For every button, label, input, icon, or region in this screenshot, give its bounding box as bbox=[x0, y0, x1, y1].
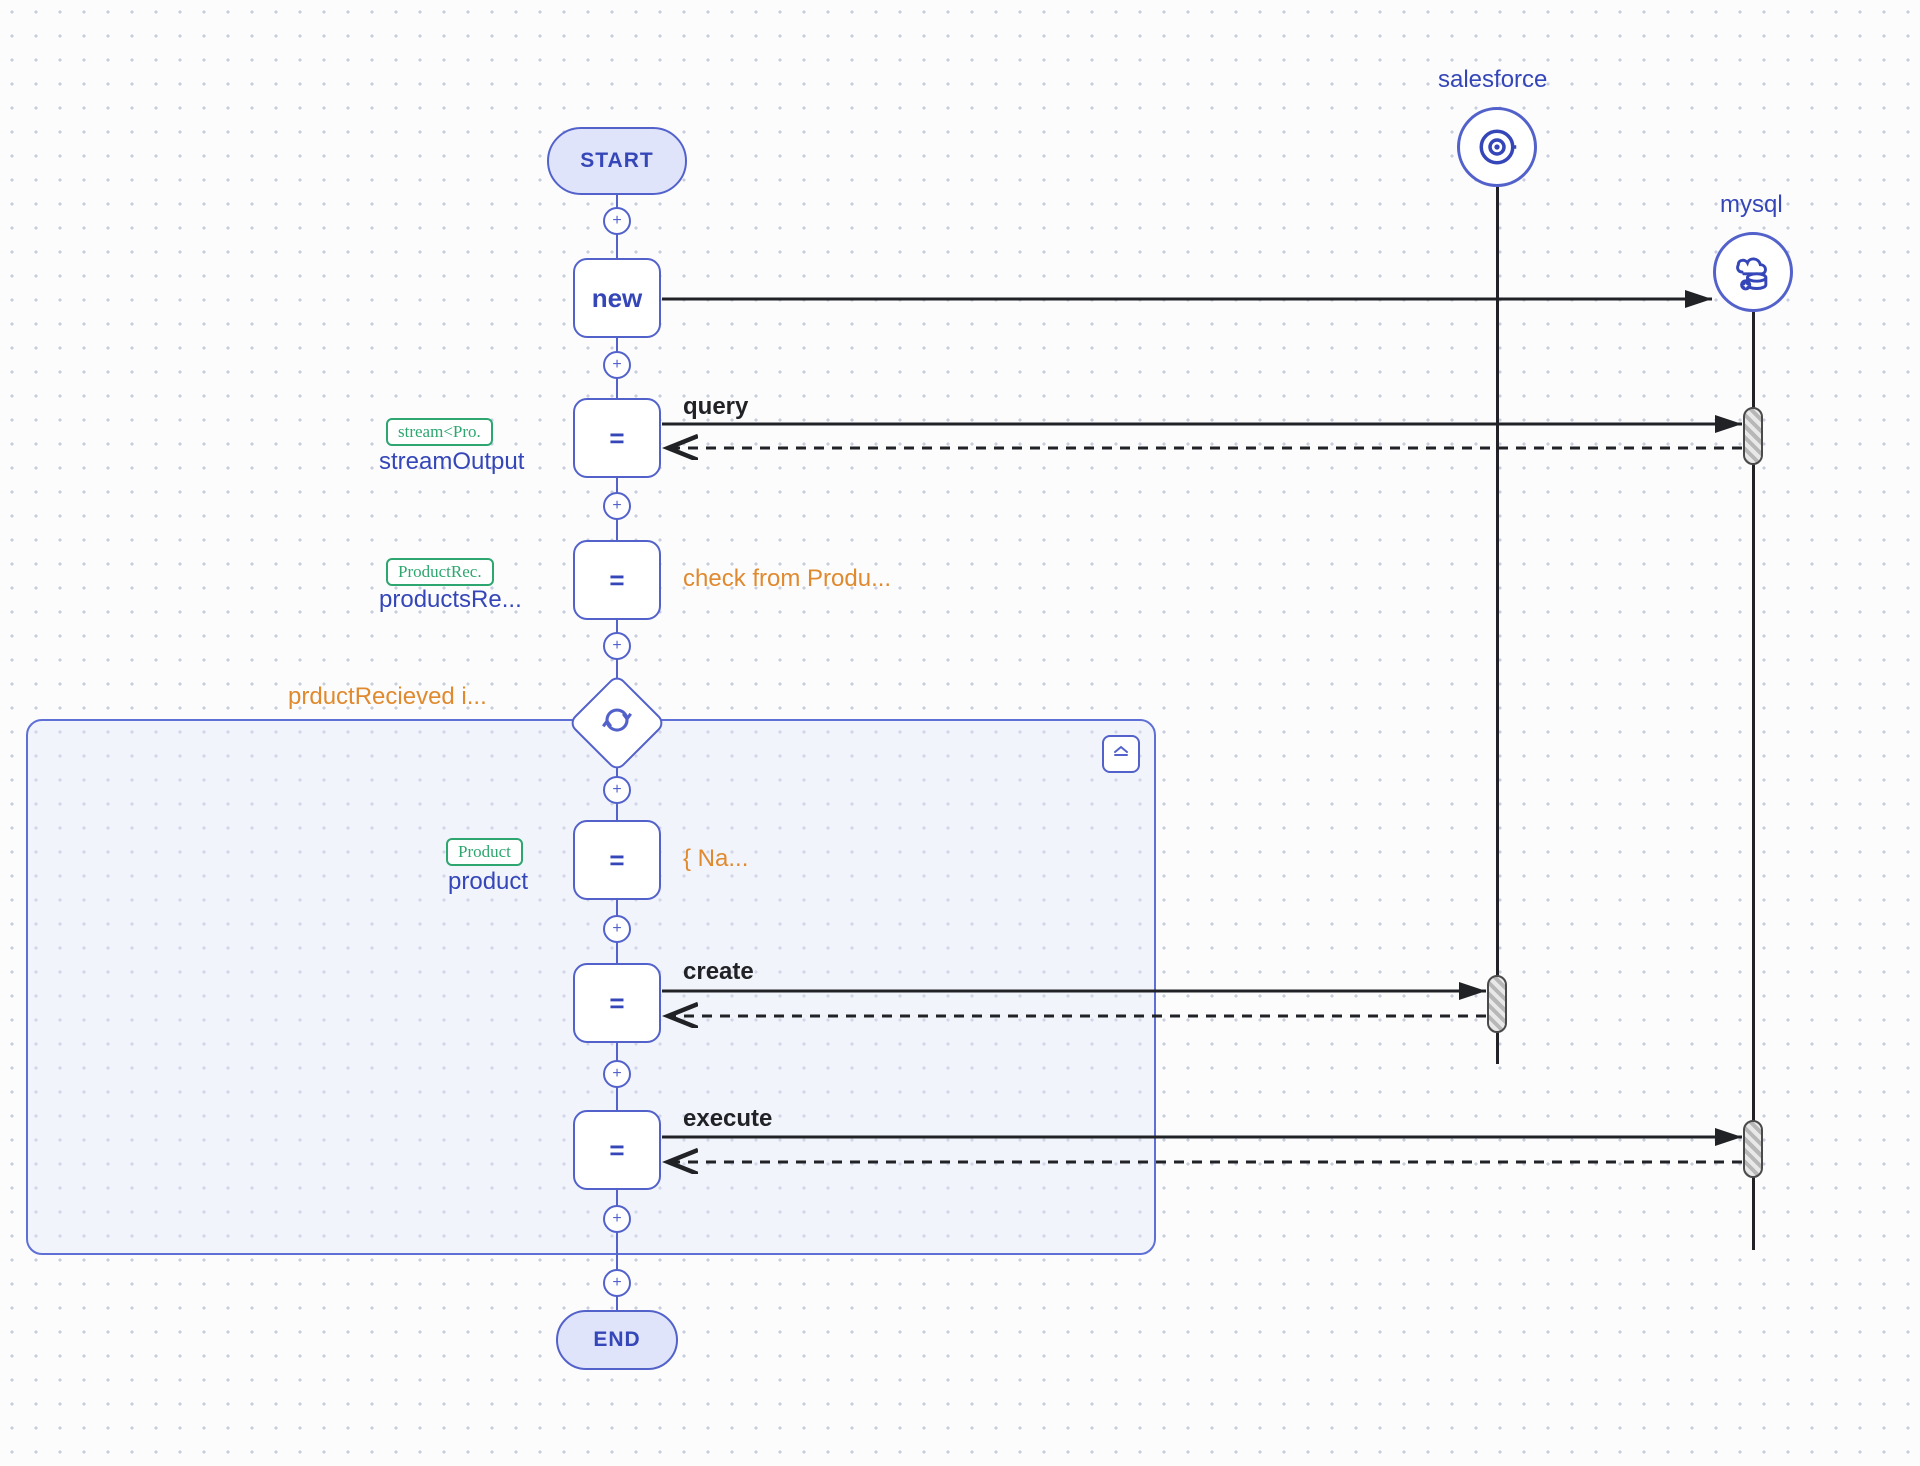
plus-node[interactable]: + bbox=[603, 1205, 631, 1233]
type-tag-product: Product bbox=[446, 838, 523, 866]
diagram-canvas[interactable]: START + new + = stream<Pro. streamOutput… bbox=[0, 0, 1920, 1466]
new-label: new bbox=[592, 283, 643, 314]
end-label: END bbox=[593, 1328, 640, 1352]
salesforce-icon bbox=[1476, 126, 1518, 168]
check-from-label: check from Produ... bbox=[683, 565, 891, 593]
na-label: { Na... bbox=[683, 845, 748, 873]
create-node[interactable]: = bbox=[573, 963, 661, 1043]
collapse-icon bbox=[1111, 744, 1131, 764]
salesforce-endpoint[interactable] bbox=[1457, 107, 1537, 187]
start-label: START bbox=[580, 149, 653, 173]
start-node[interactable]: START bbox=[547, 127, 687, 195]
collapse-button[interactable] bbox=[1102, 735, 1140, 773]
loop-icon bbox=[602, 705, 632, 741]
salesforce-lifeline bbox=[1496, 186, 1499, 1064]
var-stream-output: streamOutput bbox=[379, 448, 524, 476]
eq-label: = bbox=[609, 988, 624, 1019]
eq-label: = bbox=[609, 845, 624, 876]
salesforce-label: salesforce bbox=[1438, 66, 1547, 94]
action-create: create bbox=[683, 958, 754, 986]
plus-node[interactable]: + bbox=[603, 1269, 631, 1297]
action-execute: execute bbox=[683, 1105, 772, 1133]
product-received-label: prductRecieved i... bbox=[288, 683, 487, 711]
eq-label: = bbox=[609, 1135, 624, 1166]
new-node[interactable]: new bbox=[573, 258, 661, 338]
lifeline-marker bbox=[1743, 1120, 1763, 1178]
lifeline-marker bbox=[1487, 975, 1507, 1033]
plus-node[interactable]: + bbox=[603, 632, 631, 660]
lifeline-marker bbox=[1743, 407, 1763, 465]
execute-node[interactable]: = bbox=[573, 1110, 661, 1190]
end-node[interactable]: END bbox=[556, 1310, 678, 1370]
type-tag-stream: stream<Pro. bbox=[386, 418, 493, 446]
eq-label: = bbox=[609, 565, 624, 596]
svg-text:✦: ✦ bbox=[1743, 282, 1749, 291]
plus-node[interactable]: + bbox=[603, 1060, 631, 1088]
products-node[interactable]: = bbox=[573, 540, 661, 620]
product-node[interactable]: = bbox=[573, 820, 661, 900]
database-cloud-icon: ✦ bbox=[1731, 250, 1775, 294]
plus-node[interactable]: + bbox=[603, 351, 631, 379]
query-node[interactable]: = bbox=[573, 398, 661, 478]
type-tag-productrec: ProductRec. bbox=[386, 558, 494, 586]
action-query: query bbox=[683, 393, 748, 421]
mysql-label: mysql bbox=[1720, 191, 1783, 219]
plus-node[interactable]: + bbox=[603, 492, 631, 520]
var-products-re: productsRe... bbox=[379, 586, 522, 614]
plus-node[interactable]: + bbox=[603, 207, 631, 235]
mysql-endpoint[interactable]: ✦ bbox=[1713, 232, 1793, 312]
eq-label: = bbox=[609, 423, 624, 454]
plus-node[interactable]: + bbox=[603, 776, 631, 804]
var-product: product bbox=[448, 868, 528, 896]
plus-node[interactable]: + bbox=[603, 915, 631, 943]
